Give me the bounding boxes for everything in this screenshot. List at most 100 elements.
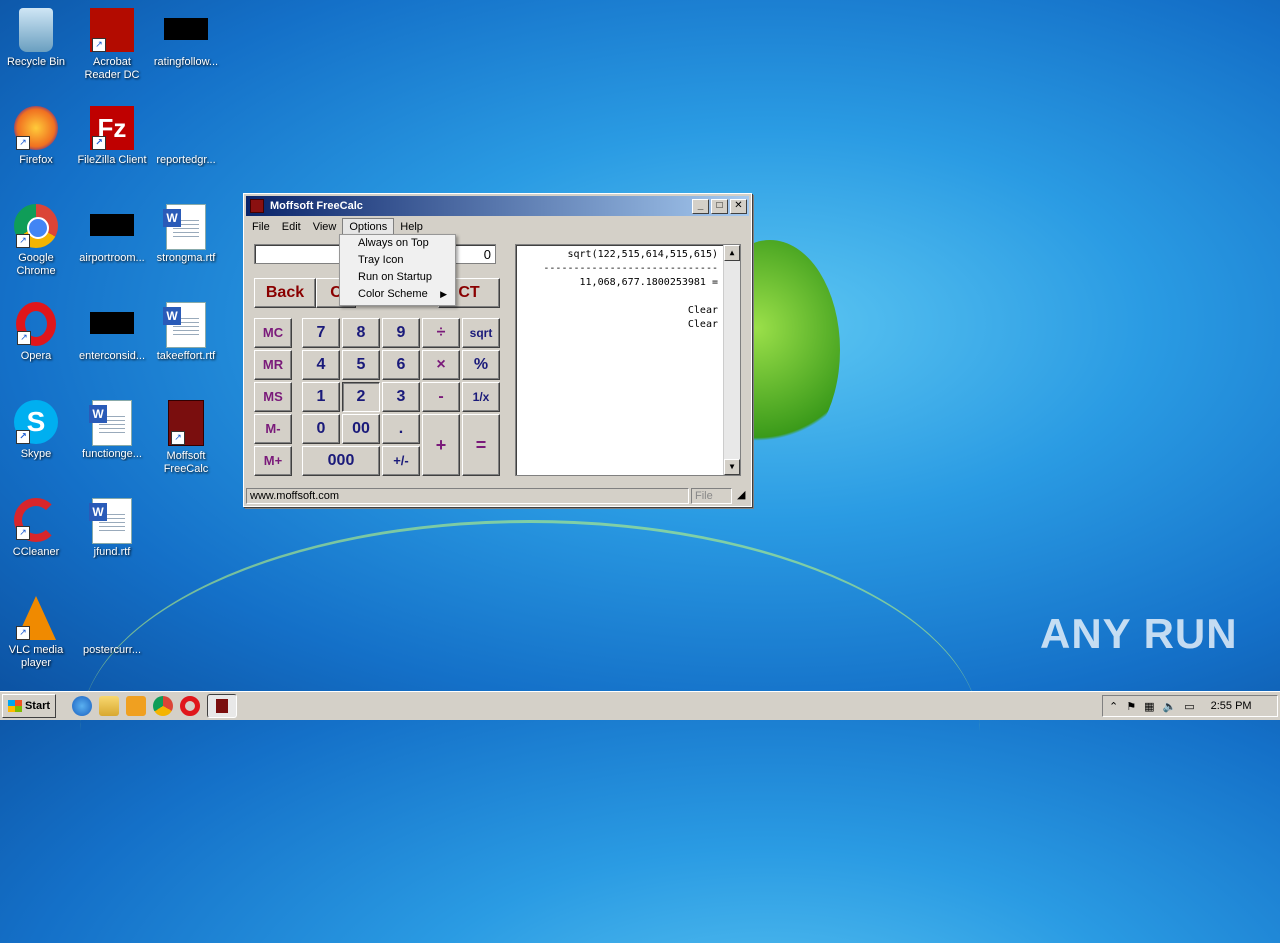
internet-explorer-icon[interactable] [72,696,92,716]
desktop-icon-label: takeeffort.rtf [156,350,216,362]
recycle-bin-icon [19,8,53,52]
shortcut-arrow-icon: ↗ [16,626,30,640]
desktop-icon-file[interactable]: reportedgr... [150,106,222,167]
digit-7-button[interactable]: 7 [302,318,340,348]
chrome-taskbar-icon[interactable] [153,696,173,716]
media-player-icon[interactable] [126,696,146,716]
desktop-icon-rtf[interactable]: W strongma.rtf [150,204,222,265]
action-center-flag-icon[interactable]: ⚑ [1126,700,1136,713]
anyrun-watermark: ANY RUN [1040,610,1238,657]
desktop-icon-acrobat[interactable]: ↗ Acrobat Reader DC [76,8,148,82]
desktop-icon-recycle-bin[interactable]: Recycle Bin [0,8,72,69]
keyboard-icon[interactable]: ▭ [1184,700,1194,713]
status-url: www.moffsoft.com [246,488,689,504]
menu-file[interactable]: File [246,219,276,235]
digit-8-button[interactable]: 8 [342,318,380,348]
digit-2-button[interactable]: 2 [342,382,380,412]
tape-line: sqrt(122,515,614,515,615) [567,249,718,260]
memory-store-button[interactable]: MS [254,382,292,412]
desktop-icon-rtf[interactable]: W takeeffort.rtf [150,302,222,363]
chrome-center [27,217,49,239]
opera-taskbar-icon[interactable] [180,696,200,716]
desktop-icon-filezilla[interactable]: Fz ↗ FileZilla Client [76,106,148,167]
minimize-button[interactable]: _ [692,198,709,214]
memory-add-button[interactable]: M+ [254,446,292,476]
redaction-box [90,312,134,334]
triple-zero-button[interactable]: 000 [302,446,380,476]
desktop-icon-vlc[interactable]: ↗ VLC media player [0,596,72,670]
resize-grip-icon[interactable]: ◢ [734,488,749,504]
desktop-icon-file[interactable]: enterconsid... [76,302,148,363]
desktop-icon-chrome[interactable]: ↗ Google Chrome [0,204,72,278]
shortcut-arrow-icon: ↗ [16,430,30,444]
doc-page: W [89,498,132,544]
digit-1-button[interactable]: 1 [302,382,340,412]
desktop-icon-file[interactable]: postercurr... [76,596,148,657]
scroll-up-icon[interactable]: ▲ [724,245,740,261]
tray-expand-icon[interactable]: ⌃ [1109,700,1118,713]
reciprocal-button[interactable]: 1/x [462,382,500,412]
desktop-icon-file[interactable]: ratingfollow... [150,8,222,69]
digit-9-button[interactable]: 9 [382,318,420,348]
explorer-folder-icon[interactable] [99,696,119,716]
desktop-icon-freecalc[interactable]: ↗ Moffsoft FreeCalc [150,400,222,476]
network-icon[interactable]: ▦ [1144,700,1154,713]
clock[interactable]: 2:55 PM [1211,700,1252,712]
digit-4-button[interactable]: 4 [302,350,340,380]
memory-subtract-button[interactable]: M- [254,414,292,444]
desktop-icon-skype[interactable]: S ↗ Skype [0,400,72,461]
desktop-icon-opera[interactable]: ↗ Opera [0,302,72,363]
desktop-icon-rtf[interactable]: W functionge... [76,400,148,461]
menu-help[interactable]: Help [394,219,429,235]
close-button[interactable]: ✕ [730,198,747,214]
acrobat-icon: ↗ [90,8,134,52]
sqrt-button[interactable]: sqrt [462,318,500,348]
menu-edit[interactable]: Edit [276,219,307,235]
window-title: Moffsoft FreeCalc [270,200,363,212]
memory-recall-button[interactable]: MR [254,350,292,380]
window-titlebar[interactable]: Moffsoft FreeCalc _ □ ✕ [246,196,749,216]
back-button[interactable]: Back [254,278,316,308]
file-icon [164,106,208,150]
plus-minus-button[interactable]: +/- [382,446,420,476]
desktop-icon-label: Acrobat Reader DC [84,56,140,81]
freecalc-taskbar-button[interactable] [207,694,237,718]
tape-scrollbar[interactable]: ▲ ▼ [723,245,740,475]
maximize-button[interactable]: □ [711,198,728,214]
desktop-icon-firefox[interactable]: ↗ Firefox [0,106,72,167]
percent-button[interactable]: % [462,350,500,380]
filezilla-icon: Fz ↗ [90,106,134,150]
double-zero-button[interactable]: 00 [342,414,380,444]
windows-logo-icon [7,700,22,712]
redacted-file-icon [90,204,134,248]
menu-view[interactable]: View [307,219,343,235]
menu-item-always-on-top[interactable]: Always on Top [340,235,455,252]
digit-5-button[interactable]: 5 [342,350,380,380]
decimal-button[interactable]: . [382,414,420,444]
calculator-app-icon [250,199,264,213]
memory-clear-button[interactable]: MC [254,318,292,348]
scroll-down-icon[interactable]: ▼ [724,459,740,475]
multiply-button[interactable]: × [422,350,460,380]
digit-6-button[interactable]: 6 [382,350,420,380]
shortcut-arrow-icon: ↗ [17,331,31,345]
freecalc-window[interactable]: Moffsoft FreeCalc _ □ ✕ File Edit View O… [243,193,752,507]
desktop-icon-ccleaner[interactable]: ↗ CCleaner [0,498,72,559]
volume-icon[interactable]: 🔈 [1163,700,1177,713]
desktop-icon-label: strongma.rtf [156,252,216,264]
equals-button[interactable]: = [462,414,500,476]
menu-item-run-on-startup[interactable]: Run on Startup [340,269,455,286]
calculator-app-icon [216,699,228,713]
tape-line: ----------------------------- [543,263,718,274]
menu-item-tray-icon[interactable]: Tray Icon [340,252,455,269]
add-button[interactable]: + [422,414,460,476]
start-button[interactable]: Start [2,694,56,718]
digit-3-button[interactable]: 3 [382,382,420,412]
digit-0-button[interactable]: 0 [302,414,340,444]
divide-button[interactable]: ÷ [422,318,460,348]
calculation-tape[interactable]: sqrt(122,515,614,515,615) --------------… [515,244,741,476]
subtract-button[interactable]: - [422,382,460,412]
desktop-icon-file[interactable]: airportroom... [76,204,148,265]
menu-item-color-scheme[interactable]: Color Scheme ▶ [340,286,455,303]
desktop-icon-rtf[interactable]: W jfund.rtf [76,498,148,559]
